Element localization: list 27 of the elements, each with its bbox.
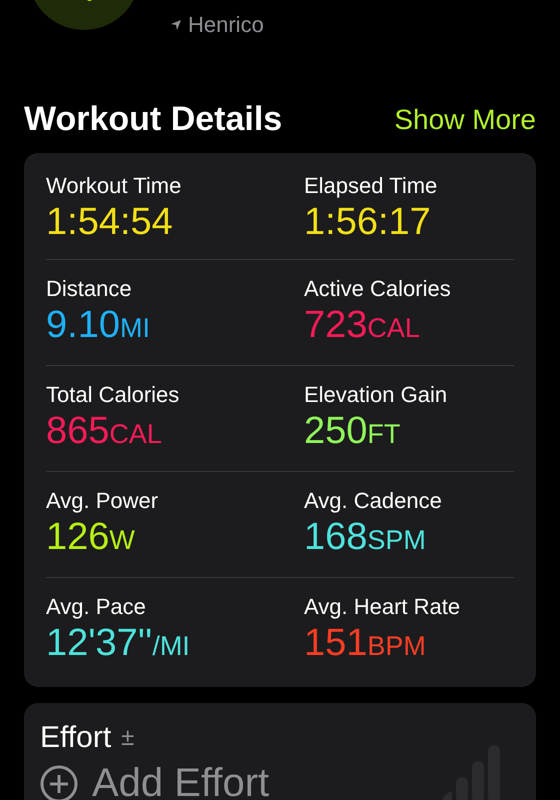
metric-value: 12'37''/MI <box>46 621 191 666</box>
metric-label: Active Calories <box>304 276 452 302</box>
effort-title: Effort <box>40 721 112 755</box>
show-more-link[interactable]: Show More <box>394 104 536 136</box>
metric-label: Avg. Power <box>46 488 160 514</box>
metric-value: 151BPM <box>304 621 427 666</box>
add-effort-button[interactable]: Add Effort <box>40 761 520 800</box>
metric-label: Workout Time <box>46 173 182 199</box>
metric-label: Total Calories <box>46 382 180 408</box>
metric-value: 1:56:17 <box>304 200 432 245</box>
metric-value: 168SPM <box>304 515 427 560</box>
metric-value: 250FT <box>304 409 402 454</box>
metric-value: 126W <box>46 515 136 560</box>
metric-label: Avg. Heart Rate <box>304 594 462 620</box>
metric-label: Elevation Gain <box>304 382 448 408</box>
metric-label: Elapsed Time <box>304 173 438 199</box>
location-label: Henrico <box>188 12 264 38</box>
metric-value: 1:54:54 <box>46 200 174 245</box>
metric-label: Distance <box>46 276 133 302</box>
section-title: Workout Details <box>24 100 282 139</box>
metric-value: 723CAL <box>304 303 421 348</box>
metric-value: 9.10MI <box>46 303 151 348</box>
plus-minus-symbol: ± <box>121 724 134 752</box>
metric-label: Avg. Cadence <box>304 488 443 514</box>
metric-label: Avg. Pace <box>46 594 147 620</box>
metric-value: 865CAL <box>46 409 163 454</box>
location-arrow-icon <box>170 19 182 31</box>
